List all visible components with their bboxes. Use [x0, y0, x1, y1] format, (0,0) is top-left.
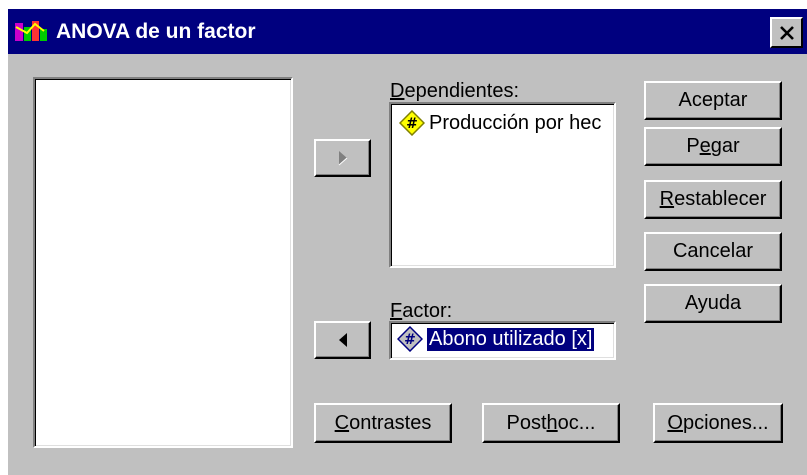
dependents-listbox[interactable]: # Producción por hec: [389, 102, 616, 268]
move-to-factor-button[interactable]: [314, 321, 371, 359]
factor-label: Factor:: [390, 300, 453, 322]
move-to-dependents-button[interactable]: [314, 139, 371, 177]
scale-variable-icon: #: [399, 110, 425, 136]
ayuda-button[interactable]: Ayuda: [644, 284, 782, 323]
scale-variable-icon-selected: #: [397, 326, 423, 352]
app-icon: [15, 21, 47, 41]
left-arrow-icon: [338, 333, 347, 347]
list-item[interactable]: # Producción por hec: [399, 110, 614, 136]
factor-field[interactable]: # Abono utilizado [x]: [389, 321, 616, 360]
svg-text:#: #: [404, 332, 416, 348]
dependents-label: Dependientes:: [390, 80, 519, 102]
right-arrow-icon: [338, 151, 347, 166]
opciones-button[interactable]: Opciones...: [653, 403, 783, 443]
contrastes-button[interactable]: Contrastes: [314, 403, 452, 443]
factor-variable-name: Abono utilizado [x]: [427, 327, 595, 351]
variables-listbox[interactable]: [33, 77, 293, 448]
close-icon: [779, 25, 794, 40]
close-button[interactable]: [770, 17, 803, 48]
window-title: ANOVA de un factor: [56, 20, 256, 43]
svg-text:#: #: [406, 116, 418, 132]
restablecer-button[interactable]: Restablecer: [644, 180, 782, 219]
pegar-button[interactable]: Pe gar: [644, 127, 782, 166]
cancelar-button[interactable]: Cancelar: [644, 232, 782, 271]
post-hoc-button[interactable]: Post h oc...: [482, 403, 620, 443]
dependent-variable-name: Producción por hec: [429, 111, 602, 134]
aceptar-button[interactable]: Aceptar: [644, 81, 782, 120]
factor-item[interactable]: # Abono utilizado [x]: [397, 326, 614, 352]
